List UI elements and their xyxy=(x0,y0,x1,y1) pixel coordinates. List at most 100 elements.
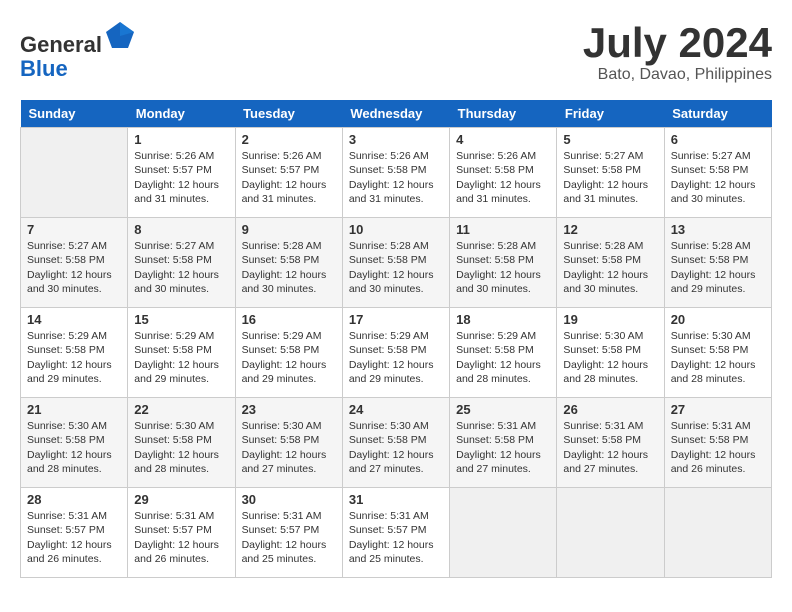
calendar-cell: 6Sunrise: 5:27 AM Sunset: 5:58 PM Daylig… xyxy=(664,128,771,218)
weekday-header-thursday: Thursday xyxy=(450,100,557,128)
calendar-week-1: 7 Sunrise: 5:27 AM Sunset: 5:58 PM Daylig… xyxy=(21,218,772,308)
calendar-cell: 13Sunrise: 5:28 AM Sunset: 5:58 PM Dayli… xyxy=(664,218,771,308)
calendar-cell: 18 Sunrise: 5:29 AM Sunset: 5:58 PM Dayli… xyxy=(450,308,557,398)
day-info: Sunrise: 5:31 AM Sunset: 5:58 PM Dayligh… xyxy=(671,419,765,476)
calendar-cell: 29Sunrise: 5:31 AM Sunset: 5:57 PM Dayli… xyxy=(128,488,235,578)
calendar-week-3: 21 Sunrise: 5:30 AM Sunset: 5:58 PM Dayli… xyxy=(21,398,772,488)
calendar-cell: 2 Sunrise: 5:26 AM Sunset: 5:57 PM Daylig… xyxy=(235,128,342,218)
day-info: Sunrise: 5:30 AM Sunset: 5:58 PM Dayligh… xyxy=(349,419,443,476)
weekday-header-monday: Monday xyxy=(128,100,235,128)
day-number: 16 xyxy=(242,312,336,327)
day-info: Sunrise: 5:30 AM Sunset: 5:58 PM Dayligh… xyxy=(563,329,657,386)
calendar-cell xyxy=(450,488,557,578)
day-number: 6 xyxy=(671,132,765,147)
day-info: Sunrise: 5:28 AM Sunset: 5:58 PM Dayligh… xyxy=(563,239,657,296)
day-number: 3 xyxy=(349,132,443,147)
calendar-cell: 9Sunrise: 5:28 AM Sunset: 5:58 PM Daylig… xyxy=(235,218,342,308)
day-info: Sunrise: 5:31 AM Sunset: 5:57 PM Dayligh… xyxy=(134,509,228,566)
page-header: General Blue July 2024 Bato, Davao, Phil… xyxy=(20,20,772,84)
day-info: Sunrise: 5:30 AM Sunset: 5:58 PM Dayligh… xyxy=(242,419,336,476)
weekday-header-wednesday: Wednesday xyxy=(342,100,449,128)
day-info: Sunrise: 5:29 AM Sunset: 5:58 PM Dayligh… xyxy=(456,329,550,386)
day-number: 19 xyxy=(563,312,657,327)
day-info: Sunrise: 5:28 AM Sunset: 5:58 PM Dayligh… xyxy=(349,239,443,296)
day-number: 13 xyxy=(671,222,765,237)
calendar-cell: 21 Sunrise: 5:30 AM Sunset: 5:58 PM Dayli… xyxy=(21,398,128,488)
calendar-cell: 19 Sunrise: 5:30 AM Sunset: 5:58 PM Dayli… xyxy=(557,308,664,398)
day-info: Sunrise: 5:28 AM Sunset: 5:58 PM Dayligh… xyxy=(242,239,336,296)
day-number: 11 xyxy=(456,222,550,237)
calendar-week-0: 1 Sunrise: 5:26 AM Sunset: 5:57 PM Daylig… xyxy=(21,128,772,218)
day-info: Sunrise: 5:28 AM Sunset: 5:58 PM Dayligh… xyxy=(456,239,550,296)
weekday-header-saturday: Saturday xyxy=(664,100,771,128)
day-number: 26 xyxy=(563,402,657,417)
day-number: 14 xyxy=(27,312,121,327)
day-info: Sunrise: 5:31 AM Sunset: 5:57 PM Dayligh… xyxy=(349,509,443,566)
day-number: 31 xyxy=(349,492,443,507)
day-number: 18 xyxy=(456,312,550,327)
day-info: Sunrise: 5:31 AM Sunset: 5:58 PM Dayligh… xyxy=(563,419,657,476)
day-info: Sunrise: 5:31 AM Sunset: 5:57 PM Dayligh… xyxy=(27,509,121,566)
day-number: 24 xyxy=(349,402,443,417)
calendar-cell: 11 Sunrise: 5:28 AM Sunset: 5:58 PM Dayli… xyxy=(450,218,557,308)
day-number: 21 xyxy=(27,402,121,417)
calendar-cell: 30Sunrise: 5:31 AM Sunset: 5:57 PM Dayli… xyxy=(235,488,342,578)
calendar-cell: 14 Sunrise: 5:29 AM Sunset: 5:58 PM Dayli… xyxy=(21,308,128,398)
calendar-cell xyxy=(21,128,128,218)
day-info: Sunrise: 5:26 AM Sunset: 5:57 PM Dayligh… xyxy=(242,149,336,206)
calendar-cell: 28Sunrise: 5:31 AM Sunset: 5:57 PM Dayli… xyxy=(21,488,128,578)
day-number: 10 xyxy=(349,222,443,237)
month-title: July 2024 xyxy=(583,20,772,66)
calendar-cell: 7 Sunrise: 5:27 AM Sunset: 5:58 PM Daylig… xyxy=(21,218,128,308)
day-info: Sunrise: 5:27 AM Sunset: 5:58 PM Dayligh… xyxy=(27,239,121,296)
day-number: 15 xyxy=(134,312,228,327)
calendar-cell: 20 Sunrise: 5:30 AM Sunset: 5:58 PM Dayli… xyxy=(664,308,771,398)
logo-general: General xyxy=(20,32,102,57)
calendar-week-2: 14 Sunrise: 5:29 AM Sunset: 5:58 PM Dayli… xyxy=(21,308,772,398)
weekday-header-sunday: Sunday xyxy=(21,100,128,128)
calendar-week-4: 28Sunrise: 5:31 AM Sunset: 5:57 PM Dayli… xyxy=(21,488,772,578)
weekday-header-tuesday: Tuesday xyxy=(235,100,342,128)
day-number: 1 xyxy=(134,132,228,147)
day-info: Sunrise: 5:26 AM Sunset: 5:57 PM Dayligh… xyxy=(134,149,228,206)
calendar-cell: 27 Sunrise: 5:31 AM Sunset: 5:58 PM Dayli… xyxy=(664,398,771,488)
day-number: 4 xyxy=(456,132,550,147)
calendar-cell: 25Sunrise: 5:31 AM Sunset: 5:58 PM Dayli… xyxy=(450,398,557,488)
logo-icon xyxy=(104,20,136,52)
day-number: 2 xyxy=(242,132,336,147)
day-info: Sunrise: 5:29 AM Sunset: 5:58 PM Dayligh… xyxy=(349,329,443,386)
title-area: July 2024 Bato, Davao, Philippines xyxy=(583,20,772,84)
calendar-cell: 24 Sunrise: 5:30 AM Sunset: 5:58 PM Dayli… xyxy=(342,398,449,488)
calendar-cell: 31 Sunrise: 5:31 AM Sunset: 5:57 PM Dayli… xyxy=(342,488,449,578)
day-number: 20 xyxy=(671,312,765,327)
day-info: Sunrise: 5:27 AM Sunset: 5:58 PM Dayligh… xyxy=(134,239,228,296)
day-number: 17 xyxy=(349,312,443,327)
day-info: Sunrise: 5:29 AM Sunset: 5:58 PM Dayligh… xyxy=(27,329,121,386)
calendar-cell: 3 Sunrise: 5:26 AM Sunset: 5:58 PM Daylig… xyxy=(342,128,449,218)
calendar-cell: 1 Sunrise: 5:26 AM Sunset: 5:57 PM Daylig… xyxy=(128,128,235,218)
day-number: 27 xyxy=(671,402,765,417)
day-number: 7 xyxy=(27,222,121,237)
logo-blue: Blue xyxy=(20,56,68,81)
day-number: 8 xyxy=(134,222,228,237)
calendar-cell: 17 Sunrise: 5:29 AM Sunset: 5:58 PM Dayli… xyxy=(342,308,449,398)
calendar-cell: 26 Sunrise: 5:31 AM Sunset: 5:58 PM Dayli… xyxy=(557,398,664,488)
calendar-table: SundayMondayTuesdayWednesdayThursdayFrid… xyxy=(20,100,772,578)
logo: General Blue xyxy=(20,20,136,81)
calendar-cell: 22Sunrise: 5:30 AM Sunset: 5:58 PM Dayli… xyxy=(128,398,235,488)
day-info: Sunrise: 5:26 AM Sunset: 5:58 PM Dayligh… xyxy=(456,149,550,206)
day-info: Sunrise: 5:29 AM Sunset: 5:58 PM Dayligh… xyxy=(242,329,336,386)
day-info: Sunrise: 5:30 AM Sunset: 5:58 PM Dayligh… xyxy=(671,329,765,386)
day-number: 22 xyxy=(134,402,228,417)
day-info: Sunrise: 5:31 AM Sunset: 5:58 PM Dayligh… xyxy=(456,419,550,476)
calendar-cell: 12Sunrise: 5:28 AM Sunset: 5:58 PM Dayli… xyxy=(557,218,664,308)
calendar-cell: 23 Sunrise: 5:30 AM Sunset: 5:58 PM Dayli… xyxy=(235,398,342,488)
calendar-cell xyxy=(664,488,771,578)
calendar-cell: 10 Sunrise: 5:28 AM Sunset: 5:58 PM Dayli… xyxy=(342,218,449,308)
day-number: 23 xyxy=(242,402,336,417)
day-info: Sunrise: 5:30 AM Sunset: 5:58 PM Dayligh… xyxy=(27,419,121,476)
day-number: 5 xyxy=(563,132,657,147)
day-number: 30 xyxy=(242,492,336,507)
day-info: Sunrise: 5:26 AM Sunset: 5:58 PM Dayligh… xyxy=(349,149,443,206)
calendar-cell xyxy=(557,488,664,578)
